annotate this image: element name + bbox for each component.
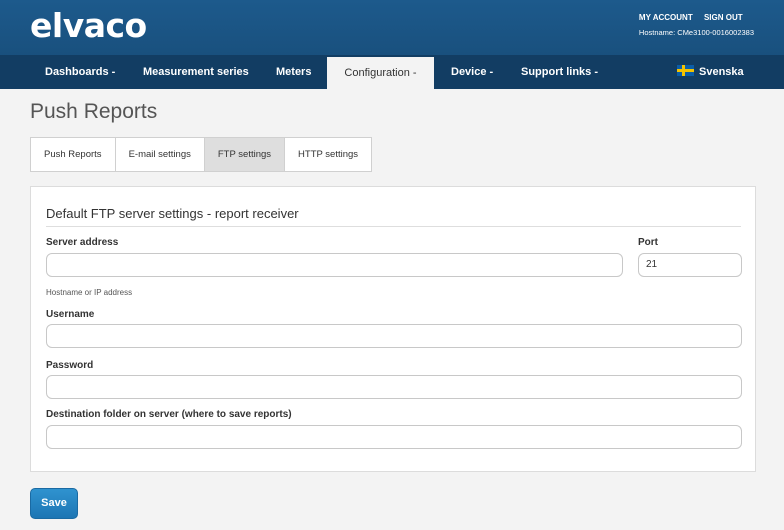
username-label: Username <box>46 309 95 320</box>
port-field[interactable]: 21 <box>638 253 742 277</box>
nav-dashboards[interactable]: Dashboards - <box>45 55 115 89</box>
main-content: Push Reports Push Reports E-mail setting… <box>0 89 784 530</box>
language-switch[interactable]: Svenska <box>677 55 744 89</box>
nav-measurement-series[interactable]: Measurement series <box>143 55 249 89</box>
tab-http-settings[interactable]: HTTP settings <box>285 138 371 171</box>
page-title: Push Reports <box>30 100 158 123</box>
account-area: MY ACCOUNT SIGN OUT Hostname: CMe3100-00… <box>639 10 754 40</box>
tab-ftp-settings[interactable]: FTP settings <box>204 138 286 171</box>
account-links: MY ACCOUNT SIGN OUT <box>639 10 754 25</box>
destination-folder-label: Destination folder on server (where to s… <box>46 409 292 420</box>
main-nav: Dashboards - Measurement series Meters C… <box>0 55 784 89</box>
nav-meters[interactable]: Meters <box>276 55 311 89</box>
destination-folder-field[interactable] <box>46 425 742 449</box>
language-label: Svenska <box>699 66 744 78</box>
nav-support-links[interactable]: Support links - <box>521 55 598 89</box>
save-button[interactable]: Save <box>30 488 78 519</box>
ftp-settings-panel: Default FTP server settings - report rec… <box>30 186 756 472</box>
tab-push-reports[interactable]: Push Reports <box>31 138 116 171</box>
my-account-link[interactable]: MY ACCOUNT <box>639 13 693 22</box>
password-field[interactable] <box>46 375 742 399</box>
section-title: Default FTP server settings - report rec… <box>46 206 299 221</box>
elvaco-logo[interactable]: elvaco <box>30 6 147 45</box>
tab-email-settings[interactable]: E-mail settings <box>116 138 205 171</box>
username-field[interactable] <box>46 324 742 348</box>
nav-device[interactable]: Device - <box>451 55 493 89</box>
settings-tabs: Push Reports E-mail settings FTP setting… <box>30 137 373 172</box>
server-address-help: Hostname or IP address <box>46 288 133 297</box>
server-address-field[interactable] <box>46 253 623 277</box>
sign-out-link[interactable]: SIGN OUT <box>704 13 743 22</box>
server-address-label: Server address <box>46 237 119 248</box>
hostname-text: Hostname: CMe3100-0016002383 <box>638 28 754 37</box>
swedish-flag-icon <box>677 65 694 76</box>
nav-configuration[interactable]: Configuration - <box>327 57 434 89</box>
section-divider <box>46 226 741 227</box>
port-label: Port <box>638 237 658 248</box>
password-label: Password <box>46 360 94 371</box>
